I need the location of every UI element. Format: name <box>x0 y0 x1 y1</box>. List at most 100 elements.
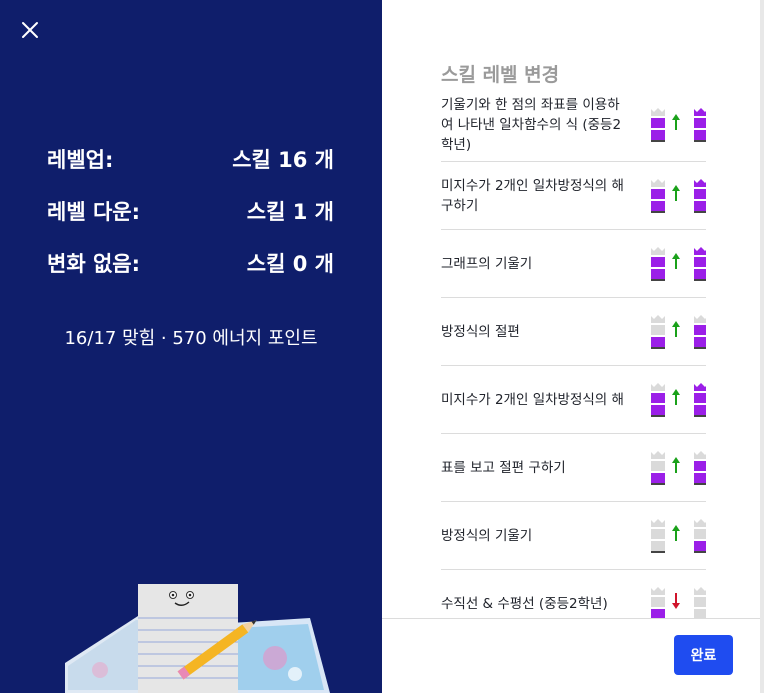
skill-item: 미지수가 2개인 일차방정식의 해 구하기 <box>441 162 706 230</box>
level-block <box>694 268 706 279</box>
skill-item: 기울기와 한 점의 좌표를 이용하여 나타낸 일차함수의 식 (중등2학년) <box>441 88 706 162</box>
score-summary: 16/17 맞힘 · 570 에너지 포인트 <box>64 328 318 349</box>
skill-item: 수직선 & 수평선 (중등2학년) <box>441 570 706 618</box>
level-block <box>651 200 665 211</box>
level-block <box>651 540 665 551</box>
level-base <box>651 482 665 485</box>
level-block <box>694 596 706 607</box>
stat-label: 레벨업: <box>47 148 114 172</box>
level-change-indicator <box>646 314 706 349</box>
level-block <box>694 460 706 471</box>
panel-title: 스킬 레벨 변경 <box>441 64 560 86</box>
level-block <box>694 472 706 483</box>
level-base <box>694 278 706 281</box>
stat-value: 스킬 1 개 <box>246 200 334 224</box>
level-crown <box>651 586 665 595</box>
skill-item: 미지수가 2개인 일차방정식의 해 <box>441 366 706 434</box>
level-base <box>694 210 706 213</box>
close-button[interactable] <box>16 16 44 44</box>
level-crown <box>651 382 665 391</box>
level-crown <box>651 178 665 187</box>
level-block <box>651 268 665 279</box>
level-crown <box>694 246 706 255</box>
level-block <box>694 392 706 403</box>
arrow-up-icon <box>672 184 680 201</box>
level-block <box>651 404 665 415</box>
level-crown <box>694 382 706 391</box>
level-block <box>651 188 665 199</box>
level-base <box>694 414 706 417</box>
level-block <box>694 336 706 347</box>
level-block <box>651 324 665 335</box>
done-button[interactable]: 완료 <box>674 635 733 675</box>
results-panel: 레벨업: 스킬 16 개 레벨 다운: 스킬 1 개 변화 없음: 스킬 0 개… <box>0 0 382 693</box>
arrow-up-icon <box>672 252 680 269</box>
level-base <box>694 346 706 349</box>
paper-character-illustration <box>65 584 330 693</box>
arrow-up-icon <box>672 524 680 541</box>
level-block <box>651 472 665 483</box>
level-base <box>651 210 665 213</box>
level-crown <box>651 314 665 323</box>
skill-name: 표를 보고 절편 구하기 <box>441 459 566 476</box>
level-crown <box>694 107 706 116</box>
skill-name: 수직선 & 수평선 (중등2학년) <box>441 595 608 612</box>
level-block <box>651 256 665 267</box>
level-block <box>651 117 665 128</box>
footer: 완료 <box>382 618 764 693</box>
level-block <box>651 596 665 607</box>
level-crown <box>694 518 706 527</box>
stat-label: 레벨 다운: <box>47 200 140 224</box>
stat-no-change: 변화 없음: 스킬 0 개 <box>47 248 334 278</box>
level-block <box>651 392 665 403</box>
stat-value: 스킬 16 개 <box>232 148 334 172</box>
level-base <box>694 550 706 553</box>
level-base <box>651 139 665 142</box>
level-crown <box>694 314 706 323</box>
skill-name: 미지수가 2개인 일차방정식의 해 <box>441 391 624 408</box>
arrow-up-icon <box>672 320 680 337</box>
skill-name: 미지수가 2개인 일차방정식의 해 구하기 <box>441 177 624 214</box>
skill-name: 방정식의 절편 <box>441 323 520 340</box>
stat-level-up: 레벨업: 스킬 16 개 <box>47 144 334 174</box>
level-change-indicator <box>646 586 706 618</box>
level-change-indicator <box>646 518 706 553</box>
level-block <box>694 129 706 140</box>
skill-changes-panel: 스킬 레벨 변경 기울기와 한 점의 좌표를 이용하여 나타낸 일차함수의 식 … <box>382 0 764 693</box>
stat-level-down: 레벨 다운: 스킬 1 개 <box>47 196 334 226</box>
level-base <box>651 278 665 281</box>
skill-item: 표를 보고 절편 구하기 <box>441 434 706 502</box>
scrollbar[interactable] <box>760 0 764 693</box>
level-block <box>694 188 706 199</box>
level-base <box>651 550 665 553</box>
level-crown <box>694 450 706 459</box>
level-block <box>651 528 665 539</box>
level-change-indicator <box>646 382 706 417</box>
level-crown <box>651 246 665 255</box>
skill-name: 방정식의 기울기 <box>441 527 533 544</box>
stat-label: 변화 없음: <box>47 252 140 276</box>
level-block <box>694 256 706 267</box>
level-base <box>694 139 706 142</box>
level-block <box>694 404 706 415</box>
close-icon <box>22 22 38 38</box>
level-base <box>651 414 665 417</box>
level-block <box>694 540 706 551</box>
skill-list[interactable]: 기울기와 한 점의 좌표를 이용하여 나타낸 일차함수의 식 (중등2학년) 미지… <box>441 88 706 618</box>
level-crown <box>651 450 665 459</box>
level-block <box>694 117 706 128</box>
arrow-up-icon <box>672 388 680 405</box>
level-block <box>694 608 706 618</box>
stat-value: 스킬 0 개 <box>246 252 334 276</box>
level-crown <box>694 586 706 595</box>
skill-item: 그래프의 기울기 <box>441 230 706 298</box>
level-change-indicator <box>646 246 706 281</box>
level-change-indicator <box>646 178 706 213</box>
skill-item: 방정식의 기울기 <box>441 502 706 570</box>
level-change-indicator <box>646 107 706 142</box>
level-block <box>694 200 706 211</box>
skill-item: 방정식의 절편 <box>441 298 706 366</box>
level-block <box>651 336 665 347</box>
arrow-up-icon <box>672 113 680 130</box>
level-base <box>651 346 665 349</box>
